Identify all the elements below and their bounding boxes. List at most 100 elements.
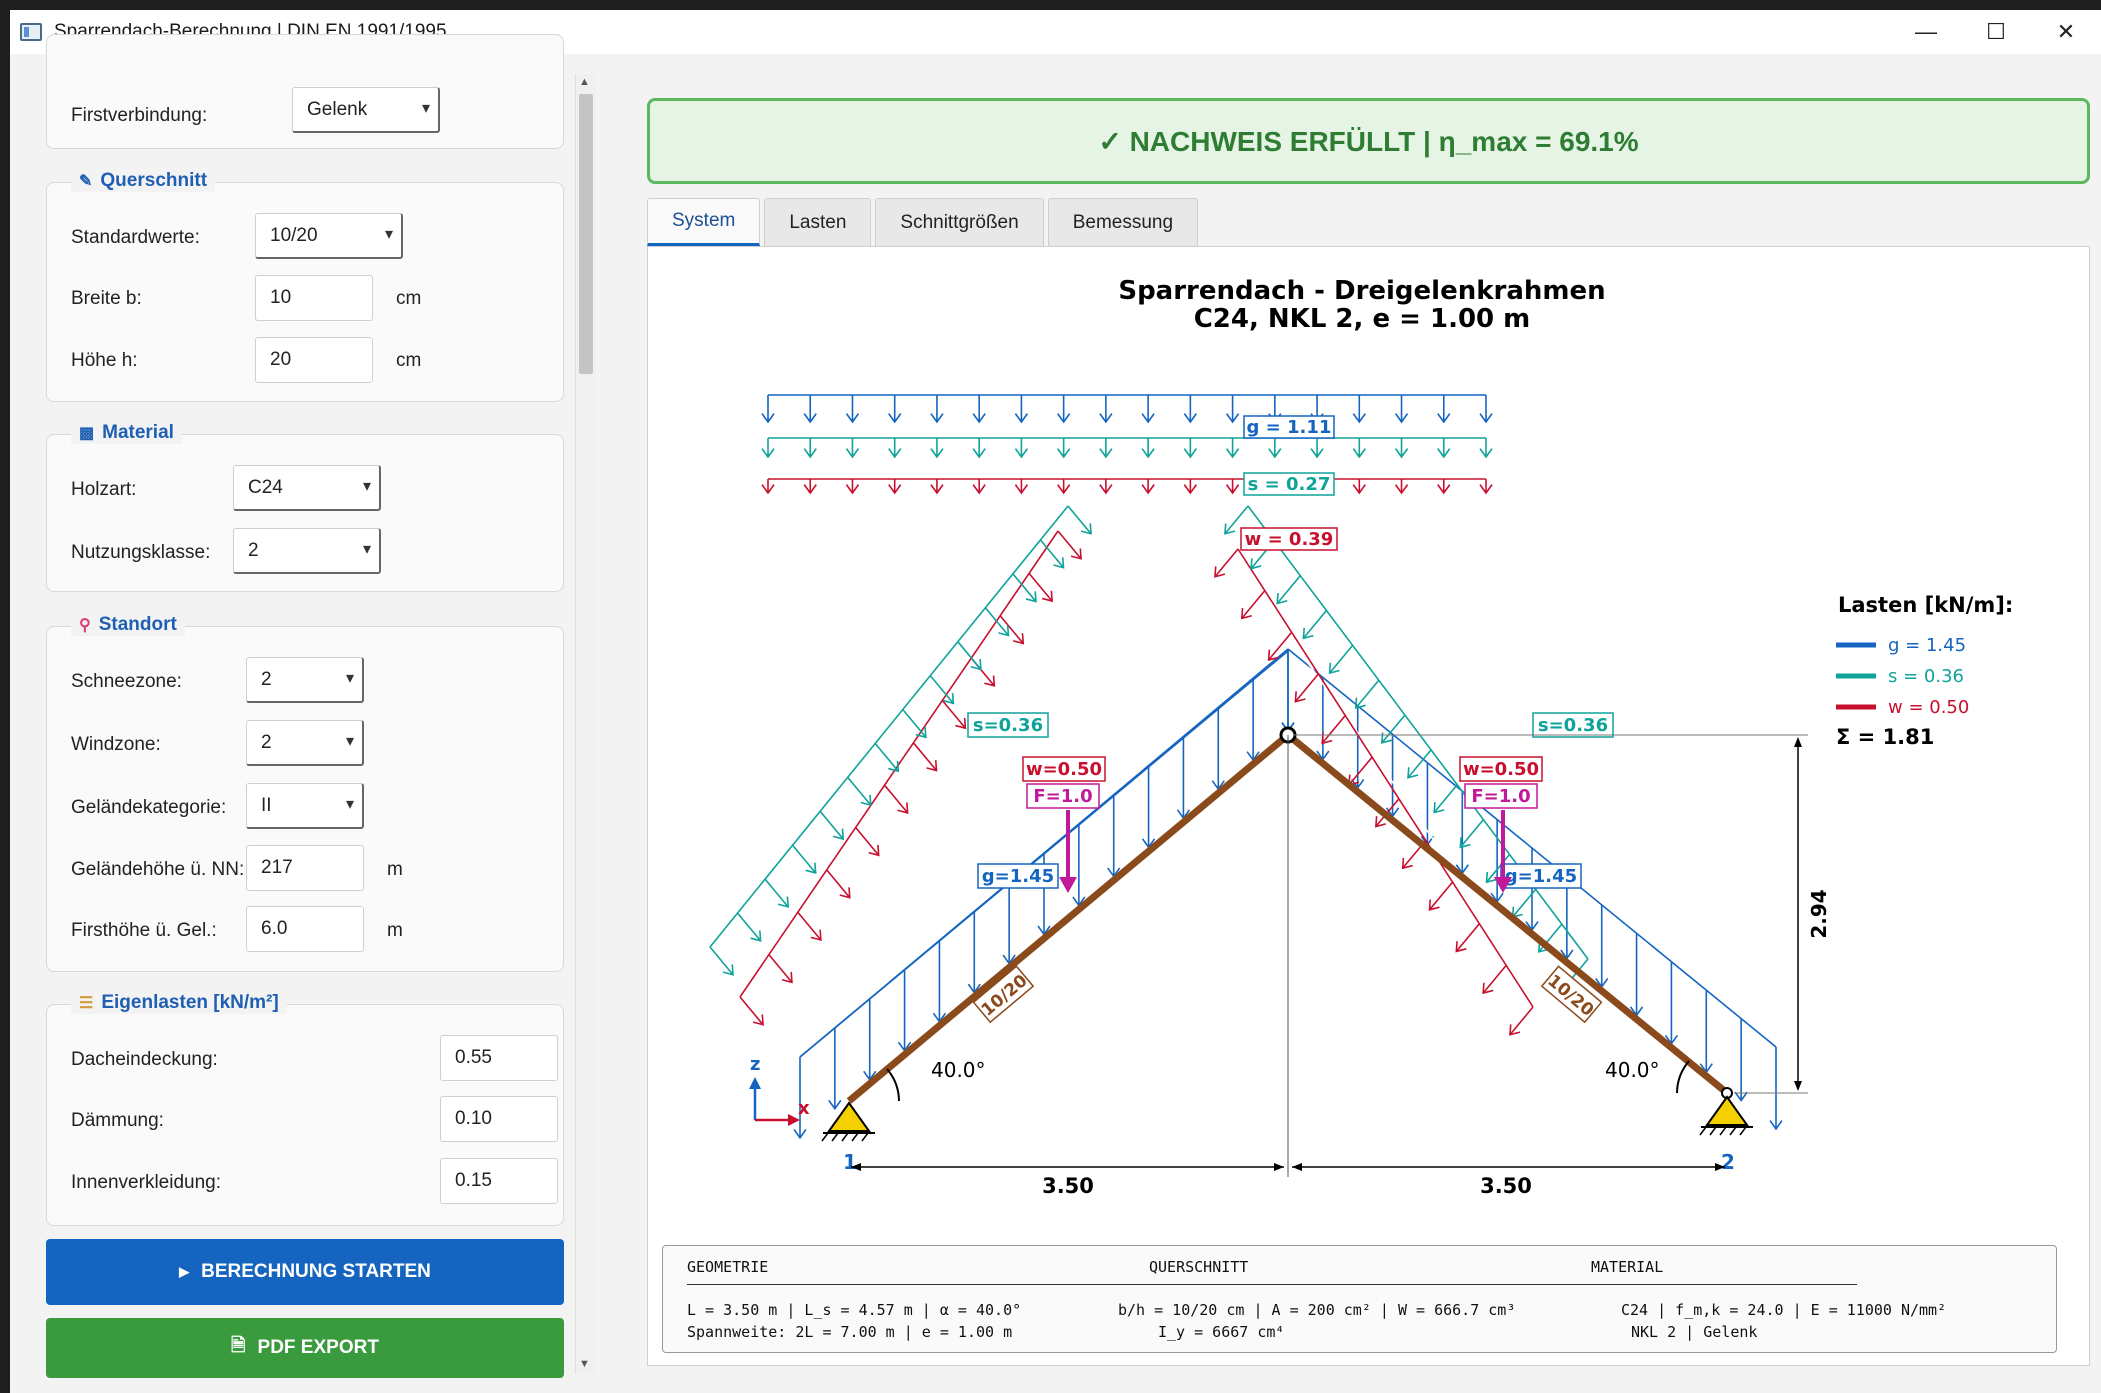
span-right-label: 3.50 — [1480, 1174, 1532, 1198]
gelaendekategorie-select[interactable]: II — [246, 783, 364, 829]
start-calculation-button[interactable]: ▶ BERECHNUNG STARTEN — [46, 1239, 564, 1305]
tab-system[interactable]: System — [647, 198, 761, 246]
layers-icon: ☰ — [79, 995, 94, 1012]
result-tabs: System Lasten Schnittgrößen Bemessung — [647, 198, 1199, 246]
right-w-load-arrow — [1428, 881, 1454, 911]
plot-title-line2: C24, NKL 2, e = 1.00 m — [1194, 304, 1531, 334]
info-header-material: MATERIAL — [1591, 1258, 1664, 1276]
right-w-label: w=0.50 — [1459, 756, 1543, 782]
pdf-export-label: PDF EXPORT — [257, 1337, 379, 1358]
left-s-load-arrow — [819, 810, 844, 840]
group-material: ▩ Material Holzart: C24 Nutzungsklasse: 2 — [46, 422, 564, 592]
hoehe-input[interactable]: 20 — [255, 337, 373, 383]
group-querschnitt: ✎ Querschnitt Standardwerte: 10/20 Breite… — [46, 170, 564, 402]
nn-hoehe-label: Geländehöhe ü. NN: — [71, 859, 245, 880]
right-g-label: g=1.45 — [1500, 863, 1582, 889]
left-g-label: g=1.45 — [977, 863, 1059, 889]
left-w-load-baseline — [739, 530, 1059, 998]
app-window: Sparrendach-Berechnung | DIN EN 1991/199… — [10, 10, 2101, 1393]
svg-text:s=0.36: s=0.36 — [1538, 715, 1608, 736]
left-w-load-arrow — [739, 996, 764, 1026]
daemmung-input[interactable]: 0.10 — [440, 1096, 558, 1142]
top-load-s-label: s = 0.27 — [1243, 472, 1335, 496]
tab-bemessung[interactable]: Bemessung — [1047, 198, 1199, 246]
right-w-load-arrow — [1321, 715, 1346, 744]
standardwerte-label: Standardwerte: — [71, 227, 200, 248]
firsthoehe-input[interactable]: 6.0 — [246, 906, 364, 952]
nutzungsklasse-select[interactable]: 2 — [233, 528, 381, 574]
right-w-load-arrow — [1509, 1006, 1534, 1036]
scroll-down-icon[interactable]: ▼ — [579, 1358, 590, 1370]
standort-title: Standort — [98, 614, 177, 635]
breite-input[interactable]: 10 — [255, 275, 373, 321]
tab-schnittgroessen[interactable]: Schnittgrößen — [875, 198, 1044, 246]
maximize-button[interactable]: ☐ — [1961, 10, 2031, 54]
app-icon — [20, 23, 42, 41]
right-w-load-arrow — [1348, 756, 1373, 786]
svg-text:s = 0.27: s = 0.27 — [1248, 474, 1331, 495]
top-load-g-label: g = 1.11 — [1243, 415, 1335, 439]
pin-icon: ⚲ — [79, 617, 91, 634]
right-s-load-arrow — [1433, 784, 1458, 814]
left-s-load-arrow — [792, 844, 817, 874]
right-f-label: F=1.0 — [1464, 783, 1538, 809]
eigenlasten-title: Eigenlasten [kN/m²] — [101, 992, 279, 1013]
info-divider — [687, 1284, 1857, 1285]
right-w-load-arrow — [1482, 964, 1507, 994]
dacheindeckung-input[interactable]: 0.55 — [440, 1035, 558, 1081]
right-support — [1699, 1095, 1753, 1136]
left-w-load-arrow — [912, 742, 938, 772]
nn-hoehe-unit: m — [387, 859, 403, 880]
svg-text:w=0.50: w=0.50 — [1026, 759, 1102, 780]
windzone-select[interactable]: 2 — [246, 720, 364, 766]
right-angle-label: 40.0° — [1605, 1058, 1660, 1082]
firsthoehe-label: Firsthöhe ü. Gel.: — [71, 920, 217, 941]
scroll-up-icon[interactable]: ▲ — [579, 76, 590, 88]
firstverbindung-select[interactable]: Gelenk — [292, 87, 440, 133]
minimize-button[interactable]: — — [1891, 10, 1961, 54]
left-support — [821, 1101, 875, 1142]
daemmung-label: Dämmung: — [71, 1110, 164, 1131]
firstverbindung-label: Firstverbindung: — [71, 105, 208, 126]
breite-label: Breite b: — [71, 288, 142, 309]
info-querschnitt-line1: b/h = 10/20 cm | A = 200 cm² | W = 666.7… — [1118, 1301, 1516, 1319]
left-s-load-arrow — [957, 641, 982, 670]
window-controls: — ☐ ✕ — [1891, 10, 2101, 54]
hoehe-label: Höhe h: — [71, 350, 138, 371]
right-s-load-arrow — [1328, 644, 1354, 674]
right-s-load-arrow — [1302, 610, 1328, 639]
plot-title-line1: Sparrendach - Dreigelenkrahmen — [1118, 276, 1605, 306]
info-geometrie-line1: L = 3.50 m | L_s = 4.57 m | α = 40.0° — [687, 1301, 1022, 1319]
innenverkleidung-input[interactable]: 0.15 — [440, 1158, 558, 1204]
holzart-select[interactable]: C24 — [233, 465, 381, 511]
pdf-export-button[interactable]: 🗎 PDF EXPORT — [46, 1318, 564, 1378]
left-scrollbar[interactable]: ▲ ▼ — [575, 74, 596, 1374]
scroll-thumb[interactable] — [579, 94, 593, 374]
hoehe-unit: cm — [396, 350, 422, 371]
right-angle-arc — [1676, 1060, 1690, 1094]
nn-hoehe-input[interactable]: 217 — [246, 845, 364, 891]
input-panel: Firstverbindung: Gelenk ✎ Querschnitt Sta… — [10, 34, 600, 1393]
left-s-load-arrow — [1067, 505, 1092, 535]
right-w-load-arrow — [1455, 923, 1480, 952]
system-diagram: Sparrendach - Dreigelenkrahmen C24, NKL … — [709, 276, 2013, 1198]
legend-s-label: s = 0.36 — [1888, 666, 1964, 687]
left-angle-label: 40.0° — [931, 1058, 986, 1082]
left-w-load-arrow — [826, 869, 851, 899]
standardwerte-select[interactable]: 10/20 — [255, 213, 403, 259]
schneezone-select[interactable]: 2 — [246, 657, 364, 703]
info-material-line2: NKL 2 | Gelenk — [1631, 1323, 1758, 1341]
result-panel: ✓ NACHWEIS ERFÜLLT | η_max = 69.1% Syste… — [610, 54, 2090, 1393]
info-querschnitt-line2: I_y = 6667 cm⁴ — [1158, 1323, 1285, 1341]
svg-text:w=0.50: w=0.50 — [1463, 759, 1539, 780]
legend-title: Lasten [kN/m]: — [1838, 593, 2013, 617]
breite-unit: cm — [396, 288, 422, 309]
svg-text:g=1.45: g=1.45 — [1505, 866, 1577, 887]
support-2-label: 2 — [1721, 1150, 1735, 1174]
ruler-icon: ✎ — [79, 173, 93, 190]
tab-lasten[interactable]: Lasten — [764, 198, 872, 246]
close-button[interactable]: ✕ — [2031, 10, 2101, 54]
z-axis-label: z — [750, 1054, 760, 1075]
holzart-label: Holzart: — [71, 479, 137, 500]
right-s-label: s=0.36 — [1532, 712, 1614, 738]
